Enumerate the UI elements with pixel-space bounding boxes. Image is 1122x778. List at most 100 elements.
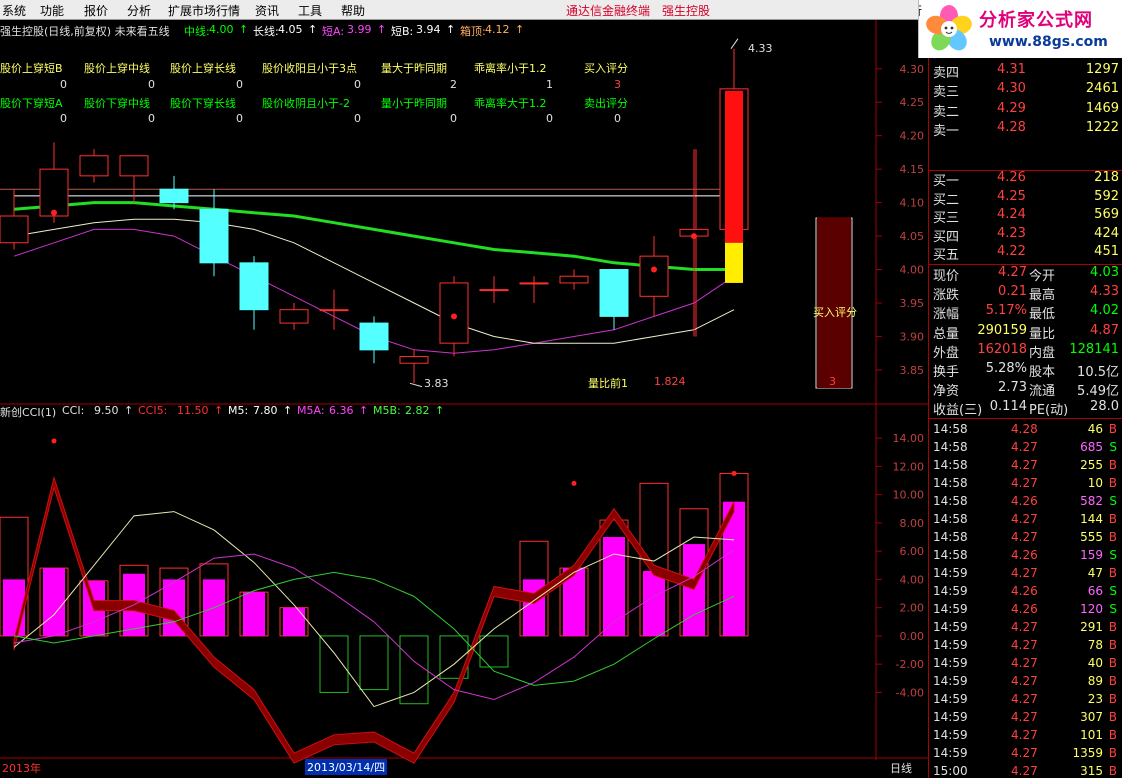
buy-signal-value: 0 — [60, 78, 67, 91]
tick-row[interactable]: 14:59 4.26 120 S — [929, 601, 1122, 619]
cci-bar-fill — [603, 537, 625, 636]
menu-truncated[interactable]: 行 — [919, 2, 922, 19]
sell-order-row[interactable]: 卖三 4.30 2461 — [929, 81, 1122, 100]
tick-direction: B — [1108, 458, 1117, 472]
cci-bar — [399, 635, 429, 705]
menu-analysis[interactable]: 分析 — [127, 2, 151, 19]
sell-level-label: 卖三 — [933, 85, 960, 100]
sell-order-row[interactable]: 卖四 4.31 1297 — [929, 62, 1122, 81]
tick-price: 4.27 — [1011, 764, 1038, 778]
stat-label-right: 最低 — [1029, 307, 1056, 323]
tick-row[interactable]: 14:58 4.27 255 B — [929, 457, 1122, 475]
cci-indicator-value: 2.82 — [405, 404, 430, 417]
sell-order-row[interactable]: 卖二 4.29 1469 — [929, 101, 1122, 120]
tick-row[interactable]: 14:58 4.26 582 S — [929, 493, 1122, 511]
cci-indicator-value: 6.36 — [329, 404, 354, 417]
tick-row[interactable]: 14:58 4.27 144 B — [929, 511, 1122, 529]
tick-row[interactable]: 14:59 4.26 66 S — [929, 583, 1122, 601]
buy-level-label: 买五 — [933, 248, 960, 264]
menu-function[interactable]: 功能 — [40, 2, 64, 19]
tick-time: 14:59 — [933, 584, 968, 598]
tick-direction: B — [1108, 764, 1117, 778]
quote-stat-row[interactable]: 总量 290159 量比 4.87 — [929, 323, 1122, 342]
menu-info[interactable]: 资讯 — [255, 2, 279, 19]
buy-order-row[interactable]: 买四 4.23 424 — [929, 226, 1122, 245]
tick-row[interactable]: 14:59 4.27 291 B — [929, 619, 1122, 637]
buy-price: 4.26 — [997, 170, 1026, 185]
chart-canvas[interactable]: 4.30 4.25 4.20 4.15 4.10 4.05 4.00 3.95 3.90 3.85… — [0, 20, 928, 778]
buy-order-row[interactable]: 买五 4.22 451 — [929, 244, 1122, 263]
buy-order-row[interactable]: 买一 4.26 218 — [929, 170, 1122, 189]
tick-time: 14:59 — [933, 728, 968, 742]
tick-time: 14:59 — [933, 638, 968, 652]
period-label[interactable]: 日线 — [890, 760, 912, 776]
buy-volume: 451 — [1094, 244, 1119, 260]
tick-row[interactable]: 14:59 4.27 47 B — [929, 565, 1122, 583]
tick-row[interactable]: 14:59 4.27 101 B — [929, 727, 1122, 745]
up-arrow-icon: ↑ — [308, 23, 318, 36]
buy-signal-label: 股价收阳且小于3点 — [262, 62, 357, 75]
buy-order-row[interactable]: 买二 4.25 592 — [929, 189, 1122, 208]
tick-row[interactable]: 14:59 4.27 307 B — [929, 709, 1122, 727]
cci-indicator-label: M5B: — [373, 404, 401, 417]
cross-marker — [51, 209, 57, 216]
menu-extended-market[interactable]: 扩展市场行情 — [168, 2, 240, 19]
buy-score-label: 买入评分 — [813, 306, 857, 319]
candle-body — [79, 155, 109, 177]
stat-label-right: PE(动) — [1029, 403, 1069, 419]
candle-body — [599, 269, 629, 317]
price-tick-label: 3.85 — [900, 364, 925, 377]
candle-body — [359, 322, 389, 351]
menu-tools[interactable]: 工具 — [298, 2, 322, 19]
quote-stat-row[interactable]: 涨跌 0.21 最高 4.33 — [929, 284, 1122, 303]
stat-value-right: 4.03 — [1090, 265, 1119, 280]
tick-row[interactable]: 14:59 4.27 23 B — [929, 691, 1122, 709]
tick-row[interactable]: 14:58 4.27 10 B — [929, 475, 1122, 493]
sell-signal-value: 0 — [354, 112, 361, 125]
tick-row[interactable]: 14:58 4.26 159 S — [929, 547, 1122, 565]
buy-price: 4.25 — [997, 188, 1026, 204]
quote-stat-row[interactable]: 收益(三) 0.114 PE(动) 28.0 — [929, 399, 1122, 418]
candle-body — [279, 309, 309, 324]
menu-help[interactable]: 帮助 — [341, 2, 365, 19]
cci-indicator-label: M5A: — [297, 404, 325, 417]
tick-row[interactable]: 14:59 4.27 89 B — [929, 673, 1122, 691]
tick-row[interactable]: 14:58 4.27 685 S — [929, 439, 1122, 457]
buy-level-label: 买四 — [933, 229, 960, 245]
tick-volume: 40 — [1087, 656, 1103, 670]
quote-stat-row[interactable]: 净资 2.73 流通 5.49亿 — [929, 380, 1122, 399]
tick-volume: 255 — [1080, 458, 1103, 472]
year-label: 2013年 — [2, 762, 41, 775]
menu-quote[interactable]: 报价 — [84, 2, 108, 19]
tick-row[interactable]: 14:59 4.27 1359 B — [929, 745, 1122, 763]
tick-price: 4.27 — [1011, 458, 1038, 472]
logo-title: 分析家公式网 — [979, 10, 1093, 31]
high-price-label: 4.33 — [748, 42, 773, 55]
cci-bar — [479, 635, 509, 668]
stat-label-left: 总量 — [933, 326, 960, 342]
quote-stat-row[interactable]: 现价 4.27 今开 4.03 — [929, 265, 1122, 284]
candle-body — [119, 155, 149, 177]
stat-label-right: 股本 — [1029, 365, 1056, 380]
main-indicator-value: 4.12 — [485, 23, 510, 36]
tick-row[interactable]: 14:59 4.27 40 B — [929, 655, 1122, 673]
cci-bar-fill — [643, 570, 665, 636]
quote-stat-row[interactable]: 换手 5.28% 股本 10.5亿 — [929, 361, 1122, 380]
tick-row[interactable]: 14:59 4.27 78 B — [929, 637, 1122, 655]
quote-stat-row[interactable]: 涨幅 5.17% 最低 4.02 — [929, 303, 1122, 322]
tick-price: 4.27 — [1011, 692, 1038, 706]
sell-order-row[interactable]: 卖一 4.28 1222 — [929, 120, 1122, 139]
stock-title: 强生控股 — [662, 4, 711, 18]
tick-row[interactable]: 15:00 4.27 315 B — [929, 763, 1122, 778]
sell-price: 4.30 — [997, 81, 1026, 96]
quote-stat-row[interactable]: 外盘 162018 内盘 128141 — [929, 342, 1122, 361]
buy-order-row[interactable]: 买三 4.24 569 — [929, 207, 1122, 226]
menu-system[interactable]: 系统 — [2, 2, 26, 19]
price-tick-label: 4.30 — [900, 63, 925, 76]
stat-value-left: 5.28% — [985, 361, 1027, 376]
tick-time: 14:59 — [933, 692, 968, 706]
tick-row[interactable]: 14:58 4.27 555 B — [929, 529, 1122, 547]
tick-row[interactable]: 14:58 4.28 46 B — [929, 421, 1122, 439]
candle-body-signal — [725, 90, 743, 243]
tick-volume: 120 — [1080, 602, 1103, 616]
